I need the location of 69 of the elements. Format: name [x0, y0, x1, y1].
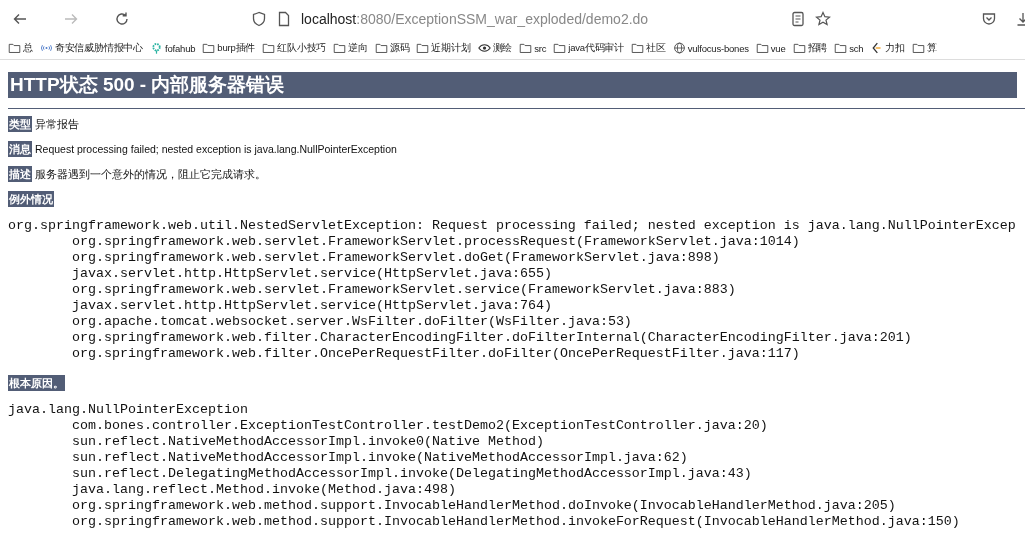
- section-heading: 根本原因。: [8, 375, 65, 391]
- reader-view-icon[interactable]: [790, 10, 806, 27]
- gear-icon: [150, 42, 163, 54]
- bookmark[interactable]: sch: [834, 42, 864, 54]
- folder-icon: [202, 42, 216, 54]
- radar-icon: [39, 42, 53, 54]
- field-value: 异常报告: [35, 117, 79, 132]
- folder-icon: [519, 42, 533, 54]
- stack-trace-line: org.apache.tomcat.websocket.server.WsFilter.doFilter(WsFilter.java:53): [72, 314, 632, 330]
- bookmark[interactable]: 红队小技巧: [262, 41, 327, 55]
- stack-trace-line: org.springframework.web.servlet.FrameworkServlet.processRequest(FrameworkServlet.java:1014): [72, 234, 800, 250]
- stack-trace-line: org.springframework.web.filter.OncePerRequestFilter.doFilter(OncePerRequestFilter.java:117): [72, 346, 800, 362]
- folder-icon: [8, 42, 21, 54]
- section-heading: 例外情况: [8, 191, 54, 207]
- stack-trace-line: org.springframework.web.util.NestedServletException: Request processing failed; nested exception is java.lang.NullPointerExcep: [8, 218, 1016, 234]
- stack-trace-line: sun.reflect.DelegatingMethodAccessorImpl.invoke(DelegatingMethodAccessorImpl.java:43): [72, 466, 752, 482]
- stack-trace-line: org.springframework.web.servlet.FrameworkServlet.service(FrameworkServlet.java:883): [72, 282, 736, 298]
- bookmark[interactable]: fofahub: [150, 42, 196, 54]
- bookmark[interactable]: 总: [8, 41, 33, 55]
- bookmark[interactable]: 源码: [374, 41, 410, 55]
- folder-icon: [553, 42, 567, 54]
- stack-trace-line: org.springframework.web.method.support.InvocableHandlerMethod.invokeForRequest(InvocableHandlerMethod.java:150): [72, 514, 960, 530]
- bookmark[interactable]: src: [519, 42, 547, 54]
- folder-icon: [374, 42, 388, 54]
- bookmark[interactable]: java代码审计: [553, 41, 625, 55]
- bookmark[interactable]: 奇安信威胁情报中心: [39, 41, 143, 55]
- star-icon[interactable]: [815, 10, 831, 27]
- folder-icon: [631, 42, 645, 54]
- pocket-icon[interactable]: [981, 10, 997, 27]
- folder-icon: [911, 42, 925, 54]
- bookmark[interactable]: burp插件: [202, 41, 256, 55]
- chevron-logo-icon: [870, 42, 884, 54]
- page-icon: [276, 10, 292, 27]
- stack-trace-line: java.lang.reflect.Method.invoke(Method.java:498): [72, 482, 456, 498]
- bookmark[interactable]: 算: [911, 41, 937, 55]
- folder-icon: [262, 42, 276, 54]
- bookmark[interactable]: 招聘: [792, 41, 828, 55]
- field-value: Request processing failed; nested exception is java.lang.NullPointerException: [35, 142, 397, 157]
- globe-icon: [672, 42, 686, 54]
- field-label: 消息: [8, 141, 32, 157]
- stack-trace-line: sun.reflect.NativeMethodAccessorImpl.invoke(NativeMethodAccessorImpl.java:62): [72, 450, 688, 466]
- stack-trace-line: com.bones.controller.ExceptionTestController.testDemo2(ExceptionTestController.java:20): [72, 418, 768, 434]
- stack-trace-line: java.lang.NullPointerException: [8, 402, 248, 418]
- bookmark[interactable]: 逆向: [333, 41, 368, 55]
- bookmark[interactable]: 社区: [631, 41, 666, 55]
- folder-icon: [333, 42, 347, 54]
- url-field[interactable]: localhost:8080/ExceptionSSM_war_exploded/demo2.do: [301, 8, 781, 29]
- folder-icon: [834, 42, 848, 54]
- bookmark[interactable]: vulfocus-bones: [672, 42, 749, 54]
- stack-trace-line: sun.reflect.NativeMethodAccessorImpl.invoke0(Native Method): [72, 434, 544, 450]
- bookmark[interactable]: 近期计划: [416, 41, 471, 55]
- folder-icon: [792, 42, 806, 54]
- stack-trace-line: org.springframework.web.method.support.InvocableHandlerMethod.doInvoke(InvocableHandlerMethod.java:205): [72, 498, 896, 514]
- stack-trace-line: org.springframework.web.filter.CharacterEncodingFilter.doFilterInternal(CharacterEncodingFilter.java:201): [72, 330, 912, 346]
- field-value: 服务器遇到一个意外的情况，阻止它完成请求。: [35, 167, 266, 182]
- shield-icon[interactable]: [251, 10, 267, 27]
- bookmark[interactable]: 测绘: [477, 41, 513, 55]
- field-label: 类型: [8, 116, 32, 132]
- reload-icon[interactable]: [114, 10, 130, 27]
- folder-icon: [416, 42, 430, 54]
- error-title: HTTP状态 500 - 内部服务器错误: [8, 72, 1017, 98]
- stack-trace-line: javax.servlet.http.HttpServlet.service(HttpServlet.java:655): [72, 266, 552, 282]
- bookmark[interactable]: vue: [755, 42, 786, 54]
- bookmark[interactable]: 力扣: [870, 41, 905, 55]
- field-label: 描述: [8, 166, 32, 182]
- eye-icon: [477, 42, 491, 54]
- stack-trace-line: org.springframework.web.servlet.FrameworkServlet.doGet(FrameworkServlet.java:898): [72, 250, 720, 266]
- stack-trace-line: javax.servlet.http.HttpServlet.service(HttpServlet.java:764): [72, 298, 552, 314]
- folder-icon: [755, 42, 769, 54]
